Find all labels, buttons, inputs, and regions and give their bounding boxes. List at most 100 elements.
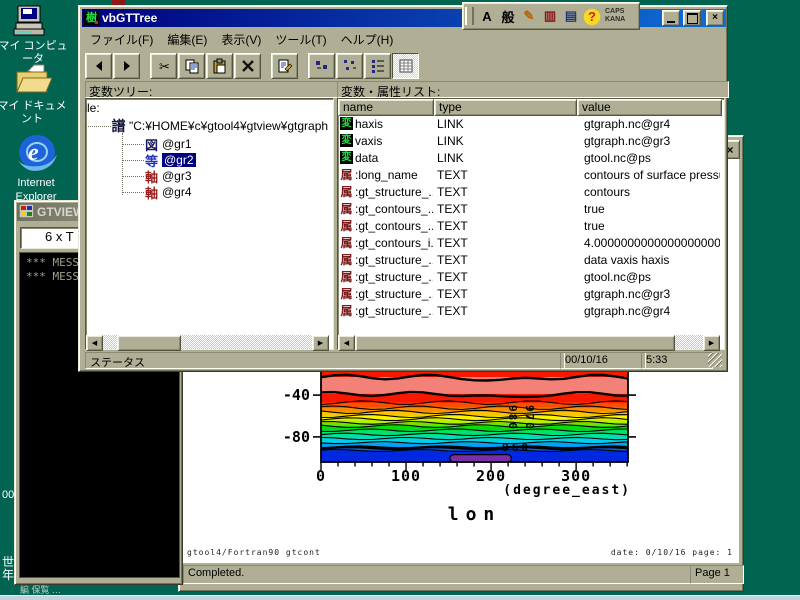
table-row[interactable]: 属:gt_contours_...TEXTtrue <box>338 200 720 217</box>
status-date: 00/10/16 <box>560 352 646 369</box>
cut-button[interactable]: ✂ <box>150 53 177 79</box>
list-view-button[interactable] <box>364 53 391 79</box>
table-row[interactable]: 変haxisLINKgtgraph.nc@gr4 <box>338 115 720 132</box>
table-row[interactable]: 属:gt_structure_...TEXTgtgraph.nc@gr3 <box>338 285 720 302</box>
attr-value: gtool.nc@ps <box>580 151 720 165</box>
column-header-name[interactable]: name <box>338 99 434 116</box>
table-row[interactable]: 変vaxisLINKgtgraph.nc@gr3 <box>338 132 720 149</box>
help-icon[interactable]: ? <box>582 6 602 26</box>
attr-name: :gt_structure_... <box>355 185 433 199</box>
properties-button[interactable] <box>271 53 298 79</box>
desktop-text-fragment: 00 <box>2 489 14 501</box>
table-row[interactable]: 属:gt_structure_...TEXTgtgraph.nc@gr4 <box>338 302 720 319</box>
scrollbar-thumb[interactable] <box>355 335 675 351</box>
file-node-icon: 譜 <box>111 116 126 136</box>
status-time: 5:33 <box>641 352 713 369</box>
menu-item[interactable]: 編集(E) <box>160 29 214 50</box>
scrollbar-thumb[interactable] <box>117 335 181 351</box>
menu-item[interactable]: ツール(T) <box>268 29 333 50</box>
my-documents-icon[interactable] <box>14 64 52 96</box>
menu-item[interactable]: 表示(V) <box>214 29 268 50</box>
toolbar-separator <box>299 50 308 74</box>
scatter-icons-button[interactable] <box>336 53 363 79</box>
internet-explorer-icon[interactable]: e <box>16 130 58 174</box>
copy-button[interactable] <box>178 53 205 79</box>
variable-tree[interactable]: file: 譜 "C:¥HOME¥c¥gtool4¥gtview¥gtgraph… <box>86 99 329 331</box>
maximize-button[interactable] <box>683 10 701 26</box>
scroll-right-icon[interactable]: ▶ <box>703 335 720 351</box>
tree-node-label: @gr2 <box>162 153 196 167</box>
column-header-type[interactable]: type <box>434 99 577 116</box>
tree-connector <box>122 160 144 161</box>
table-row[interactable]: 属:long_nameTEXTcontours of surface press… <box>338 166 720 183</box>
table-row[interactable]: 属:gt_structure_...TEXTgtool.nc@ps <box>338 268 720 285</box>
attr-value: gtgraph.nc@gr3 <box>580 287 720 301</box>
attribute-list[interactable]: 変haxisLINKgtgraph.nc@gr4変vaxisLINKgtgrap… <box>338 115 720 331</box>
ime-kana-indicator[interactable]: KANA <box>605 16 625 24</box>
tree-node-gr4[interactable]: 軸@gr4 <box>144 184 192 200</box>
table-row[interactable]: 属:gt_structure_...TEXTdata vaxis haxis <box>338 251 720 268</box>
menu-item[interactable]: ファイル(F) <box>83 29 160 50</box>
attr-value: data vaxis haxis <box>580 253 720 267</box>
my-computer-icon[interactable] <box>12 5 48 37</box>
scroll-right-icon[interactable]: ▶ <box>312 335 329 351</box>
scroll-left-icon[interactable]: ◀ <box>86 335 103 351</box>
small-icons-button[interactable] <box>308 53 335 79</box>
tree-root-node[interactable]: 譜 "C:¥HOME¥c¥gtool4¥gtview¥gtgraph.nc" <box>111 118 329 134</box>
table-row[interactable]: 属:gt_contours_...TEXTtrue <box>338 217 720 234</box>
desktop-vertical-label: 世年 <box>2 556 14 582</box>
tree-root-label: "C:¥HOME¥c¥gtool4¥gtview¥gtgraph.nc" <box>129 119 329 133</box>
resize-grip[interactable] <box>708 353 722 367</box>
svg-text:-40: -40 <box>283 386 310 404</box>
internet-explorer-label-1[interactable]: Internet <box>0 177 74 190</box>
attribute-icon: 変 <box>340 151 353 164</box>
tree-node-label: @gr1 <box>162 137 192 151</box>
svg-text:960: 960 <box>502 441 531 454</box>
paste-icon <box>212 58 228 74</box>
table-row[interactable]: 変dataLINKgtool.nc@ps <box>338 149 720 166</box>
attribute-icon: 属 <box>339 166 354 183</box>
dictionary-icon[interactable]: ▥ <box>540 6 560 26</box>
attr-type: LINK <box>433 117 580 131</box>
minimize-button[interactable] <box>662 10 680 26</box>
pen-icon[interactable]: ✎ <box>519 6 539 26</box>
plot-footer-right: date: 0/10/16 page: 1 <box>509 548 733 557</box>
taskbar-edge[interactable] <box>0 595 800 600</box>
back-button[interactable] <box>85 53 112 79</box>
column-header-value[interactable]: value <box>577 99 722 116</box>
toolbar-separator <box>262 50 271 74</box>
svg-text:100: 100 <box>391 467 421 485</box>
toolbar-separator <box>141 50 150 74</box>
menu-item[interactable]: ヘルプ(H) <box>334 29 401 50</box>
close-button[interactable]: × <box>706 10 724 26</box>
tree-connector <box>122 144 144 145</box>
tree-horizontal-scrollbar[interactable]: ◀ ▶ <box>86 335 329 349</box>
delete-button[interactable] <box>234 53 261 79</box>
paste-button[interactable] <box>206 53 233 79</box>
pad-icon[interactable]: ▤ <box>561 6 581 26</box>
ime-input-mode-button[interactable]: A <box>477 6 497 26</box>
attr-value: true <box>580 202 720 216</box>
ime-caps-indicator[interactable]: CAPS <box>605 8 625 16</box>
attr-value: 4.00000000000000000000000000000000 <box>580 236 720 250</box>
svg-text:✂: ✂ <box>159 59 170 74</box>
table-row[interactable]: 属:gt_structure_...TEXTcontours <box>338 183 720 200</box>
scroll-left-icon[interactable]: ◀ <box>338 335 355 351</box>
attr-type: TEXT <box>433 185 580 199</box>
attribute-icon: 属 <box>339 200 354 217</box>
details-view-button[interactable] <box>392 53 419 79</box>
list-view-icon <box>370 58 386 74</box>
forward-button[interactable] <box>113 53 140 79</box>
svg-text:(degree_east): (degree_east) <box>503 483 631 498</box>
ime-conversion-mode-button[interactable]: 般 <box>498 6 518 26</box>
ime-grip[interactable] <box>465 7 474 25</box>
tree-node-label: @gr3 <box>162 169 192 183</box>
my-documents-label[interactable]: マイ ドキュメント <box>0 100 70 126</box>
attribute-list-pane: nametypevalue 変haxisLINKgtgraph.nc@gr4変v… <box>337 98 725 350</box>
tree-pane-header: 変数ツリー: <box>85 81 338 98</box>
attr-name: :gt_structure_... <box>355 304 433 318</box>
my-computer-label[interactable]: マイ コンピュータ <box>0 40 71 66</box>
variable-type-icon: 軸 <box>144 183 159 202</box>
table-row[interactable]: 属:gt_contours_i...TEXT4.0000000000000000… <box>338 234 720 251</box>
list-horizontal-scrollbar[interactable]: ◀ ▶ <box>338 335 720 349</box>
